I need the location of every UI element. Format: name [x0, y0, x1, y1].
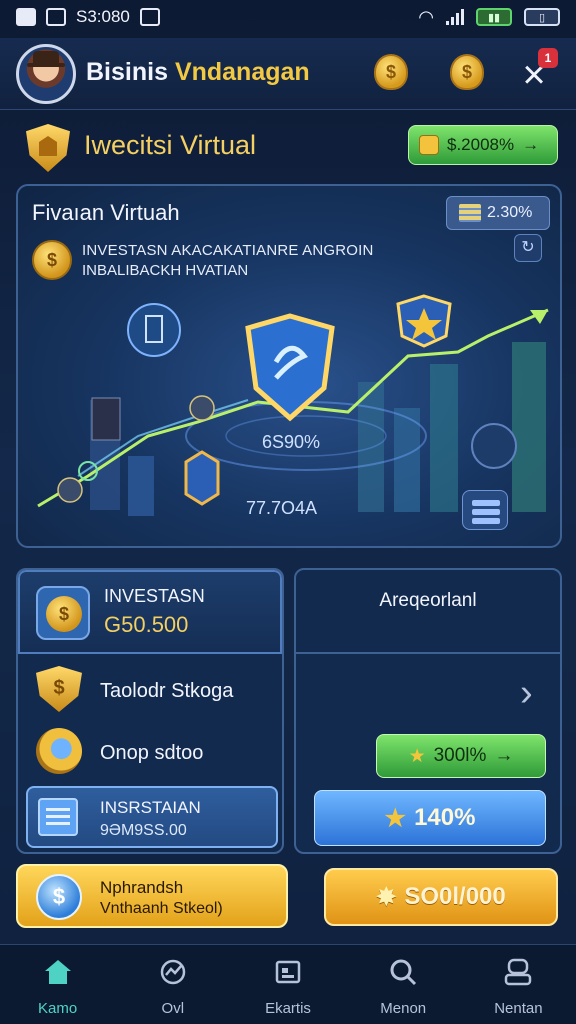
hero-subtitle-line1: INVESTASN AKACAKATIANRE ANGROIN [82, 242, 374, 259]
nav-label: Ekartis [265, 1000, 311, 1017]
nav-item-home[interactable]: Kamo [0, 945, 115, 1024]
document-icon [38, 798, 78, 836]
section-title: Iweᴄitsi Virtual [84, 130, 257, 160]
investment-panel: $ INVESTASN G50.500 $ Taolodr Stkoga Ono… [16, 568, 284, 854]
hero-rate-badge[interactable]: 2.30% [446, 196, 550, 230]
chevron-right-icon[interactable]: › [520, 672, 533, 715]
wifi-icon: ◠ [418, 6, 434, 27]
signal-box-icon [46, 8, 66, 26]
dollar-badge-icon: $ [36, 666, 82, 712]
collect-button[interactable]: ✸ SO0l/000 [324, 868, 558, 926]
coin-rewards-icon[interactable]: $ [450, 54, 484, 90]
layers-icon[interactable] [462, 490, 508, 530]
image-icon [16, 8, 36, 26]
star-icon: ★ [384, 804, 407, 832]
hero-rate-value: 2.30% [487, 204, 533, 221]
nav-label: Ovl [161, 1000, 185, 1017]
nav-item-search[interactable]: Menon [346, 945, 461, 1024]
app-title: Bisinis Vndanagan [86, 58, 310, 87]
nav-label: Kamo [38, 1000, 78, 1017]
home-icon [44, 960, 71, 984]
rewards-panel-title: Areqeorlanl [379, 590, 477, 611]
investment-summary[interactable]: $ INVESTASN G50.500 [18, 570, 282, 654]
shield-icon [26, 124, 70, 172]
nav-item-3[interactable]: Ekartis [230, 945, 345, 1024]
signal-icon [446, 9, 464, 25]
profile-icon [505, 958, 532, 986]
dollar-coin-icon: $ [36, 586, 90, 640]
bottom-nav: Kamo Ovl Ekartis Menon Nentan [0, 944, 576, 1024]
arrow-right-icon: → [522, 135, 540, 154]
coin-icon: $ [32, 240, 72, 280]
coin-icon [419, 135, 439, 155]
hero-subtitle-line2: INBALIBACKH HVATIAN [82, 262, 249, 279]
balance-pill-value: $.2008% [447, 135, 515, 154]
hero-title: Fivaıan Virtuah [32, 200, 180, 225]
rewards-panel-header: Areqeorlanl [296, 570, 560, 654]
bonus-button[interactable]: ★ 140% [314, 790, 546, 846]
nav-item-2[interactable]: Ovl [115, 945, 230, 1024]
hero-value: 77.7O4A [246, 498, 318, 518]
status-bar: S3:080 ◠ ▮▮ ▯ [0, 0, 576, 34]
collect-button-label: SO0l/000 [404, 883, 506, 910]
wallet-icon [275, 960, 301, 984]
notification-badge: 1 [538, 48, 558, 68]
app-title-part2: Vndanagan [174, 58, 310, 86]
invest-action-line1: Nphrandsh [100, 878, 184, 897]
battery-icon: ▮▮ [476, 8, 512, 26]
invest-action-button[interactable]: $ Nphrandsh Vnthaanh Stkeol) [16, 864, 288, 928]
rewards-panel: Areqeorlanl › ★ 300l% → ★ 140% [294, 568, 562, 854]
rate-button-label: 300l% [433, 745, 487, 766]
balance-pill-button[interactable]: $.2008% → [408, 125, 558, 165]
invest-action-line2: Vnthaanh Stkeol) [100, 900, 223, 917]
selected-item-label: INSRSTAIAN [100, 798, 201, 817]
menu-row-label[interactable]: Onop sdtoo [100, 742, 203, 765]
selected-item-value: 9ƏM9SS.00 [100, 822, 187, 839]
nav-item-profile[interactable]: Nentan [461, 945, 576, 1024]
app-header: Bisinis Vndanagan $ $ × 1 [0, 38, 576, 110]
star-icon: ✸ [376, 883, 397, 911]
arrow-right-icon: → [494, 745, 514, 766]
bonus-button-label: 140% [414, 804, 476, 831]
avatar[interactable] [16, 44, 76, 104]
coin-pile-icon [36, 728, 82, 774]
nav-label: Menon [380, 1000, 427, 1017]
status-time: S3:080 [76, 7, 130, 26]
app-title-part1: Bisinis [86, 58, 168, 86]
refresh-icon[interactable]: ↻ [514, 234, 542, 262]
dollar-icon: $ [36, 874, 82, 920]
chart-icon [160, 959, 186, 985]
hero-percent: 6S90% [262, 432, 321, 452]
nav-label: Nentan [494, 1000, 543, 1017]
search-icon [390, 959, 417, 986]
menu-row-label[interactable]: Taolodr Stkoga [100, 680, 233, 703]
star-icon: ★ [408, 745, 426, 767]
investment-label: INVESTASN [104, 586, 205, 606]
investment-value: G50.500 [104, 612, 189, 637]
rate-button[interactable]: ★ 300l% → [376, 734, 546, 778]
shield-coin-icon[interactable]: $ [374, 54, 408, 90]
investment-selected-item[interactable]: INSRSTAIAN 9ƏM9SS.00 [26, 786, 278, 848]
message-icon [139, 8, 160, 26]
hero-card[interactable]: Fivaıan Virtuah 2.30% $ INVESTASN AKACAK… [16, 184, 562, 548]
battery-secondary-icon: ▯ [524, 8, 560, 26]
coin-stack-icon [459, 204, 481, 222]
